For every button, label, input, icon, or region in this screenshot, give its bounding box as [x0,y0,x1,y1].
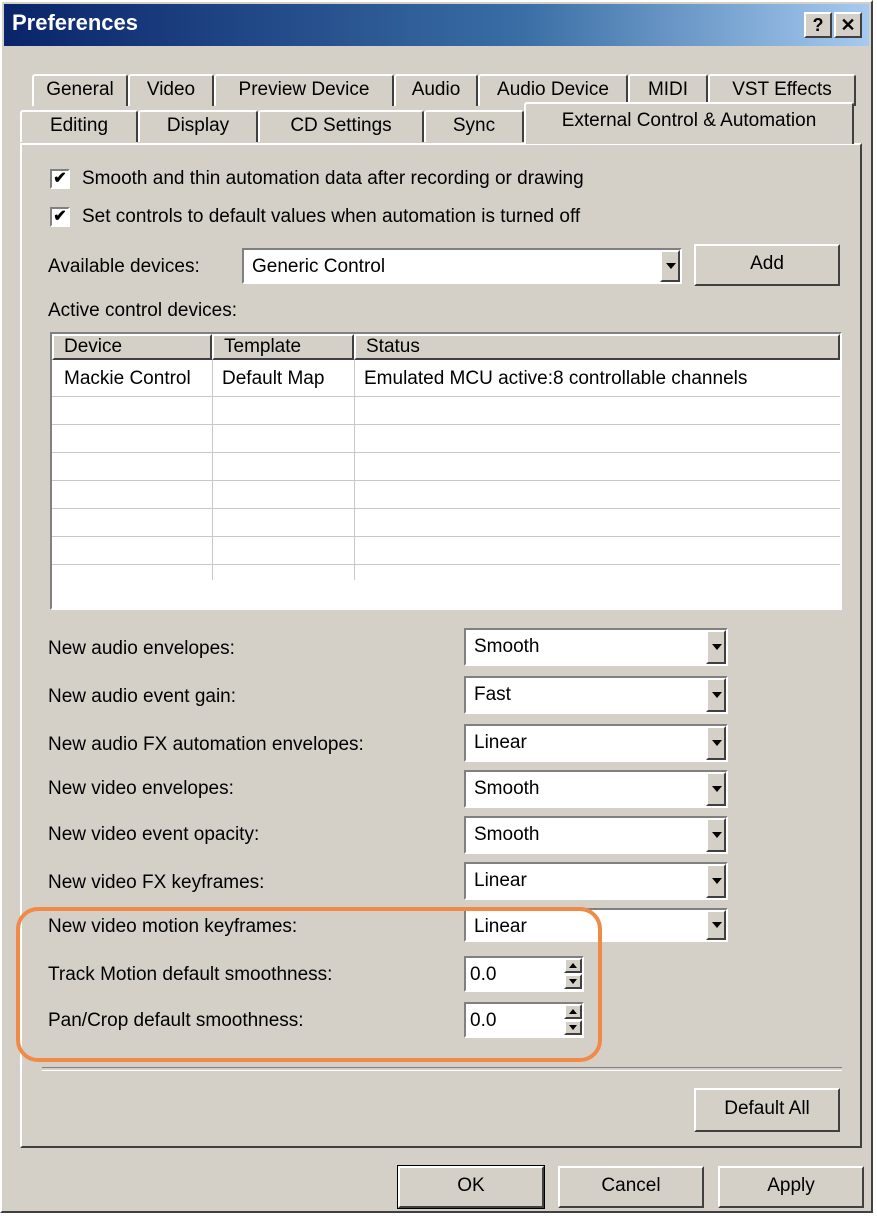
new-audio-fx-envelopes-combo[interactable]: Linear [464,724,728,762]
chevron-down-icon[interactable] [706,726,726,760]
available-devices-value: Generic Control [252,256,386,277]
tab-cd-settings[interactable]: CD Settings [258,110,424,142]
tab-audio[interactable]: Audio [394,74,478,106]
preferences-dialog: Preferences ? ✕ General Video Preview De… [0,0,873,1213]
apply-button[interactable]: Apply [718,1166,864,1208]
column-header-template[interactable]: Template [212,334,354,360]
chevron-down-icon[interactable] [706,864,726,898]
default-values-checkbox[interactable]: ✔ [50,207,70,227]
ok-button[interactable]: OK [397,1165,545,1209]
tab-external-control-automation[interactable]: External Control & Automation [524,102,854,144]
new-video-event-opacity-value: Smooth [474,824,540,845]
chevron-down-icon[interactable] [706,678,726,712]
window-title: Preferences [12,10,138,35]
available-devices-label: Available devices: [48,256,200,277]
highlight-annotation [16,907,602,1062]
active-devices-list[interactable]: Device Template Status Mackie Control De… [50,332,842,610]
new-video-envelopes-label: New video envelopes: [48,778,234,799]
column-header-device[interactable]: Device [52,334,212,360]
smooth-thin-label: Smooth and thin automation data after re… [82,168,584,189]
tab-preview-device[interactable]: Preview Device [214,74,394,106]
new-audio-event-gain-label: New audio event gain: [48,686,237,707]
active-devices-label: Active control devices: [48,300,238,321]
help-button[interactable]: ? [804,12,832,38]
column-header-status[interactable]: Status [354,334,840,360]
default-values-label: Set controls to default values when auto… [82,206,581,227]
chevron-down-icon[interactable] [706,910,726,940]
tab-sync[interactable]: Sync [424,110,524,142]
tab-video[interactable]: Video [128,74,214,106]
tab-editing[interactable]: Editing [20,110,138,142]
close-button[interactable]: ✕ [834,12,862,38]
new-video-envelopes-combo[interactable]: Smooth [464,770,728,808]
chevron-down-icon[interactable] [706,818,726,852]
smooth-thin-checkbox[interactable]: ✔ [50,169,70,189]
new-audio-envelopes-label: New audio envelopes: [48,638,235,659]
template-cell: Default Map [222,368,325,389]
tab-general[interactable]: General [32,74,128,106]
new-audio-event-gain-combo[interactable]: Fast [464,676,728,714]
new-video-event-opacity-label: New video event opacity: [48,824,260,845]
new-video-event-opacity-combo[interactable]: Smooth [464,816,728,854]
new-video-fx-keyframes-value: Linear [474,870,527,891]
chevron-down-icon[interactable] [660,250,680,282]
new-audio-event-gain-value: Fast [474,684,511,705]
tab-display[interactable]: Display [138,110,258,142]
new-video-fx-keyframes-label: New video FX keyframes: [48,872,265,893]
device-cell: Mackie Control [64,368,191,389]
add-button[interactable]: Add [694,244,840,286]
new-audio-fx-envelopes-label: New audio FX automation envelopes: [48,734,364,755]
new-video-fx-keyframes-combo[interactable]: Linear [464,862,728,900]
available-devices-combo[interactable]: Generic Control [242,248,682,284]
new-audio-envelopes-combo[interactable]: Smooth [464,628,728,666]
status-cell: Emulated MCU active:8 controllable chann… [364,368,748,389]
cancel-button[interactable]: Cancel [558,1166,704,1208]
new-audio-fx-envelopes-value: Linear [474,732,527,753]
chevron-down-icon[interactable] [706,630,726,664]
new-video-envelopes-value: Smooth [474,778,540,799]
chevron-down-icon[interactable] [706,772,726,806]
separator [42,1067,842,1071]
default-all-button[interactable]: Default All [694,1088,840,1132]
new-audio-envelopes-value: Smooth [474,636,540,657]
title-bar[interactable]: Preferences ? ✕ [4,4,869,46]
